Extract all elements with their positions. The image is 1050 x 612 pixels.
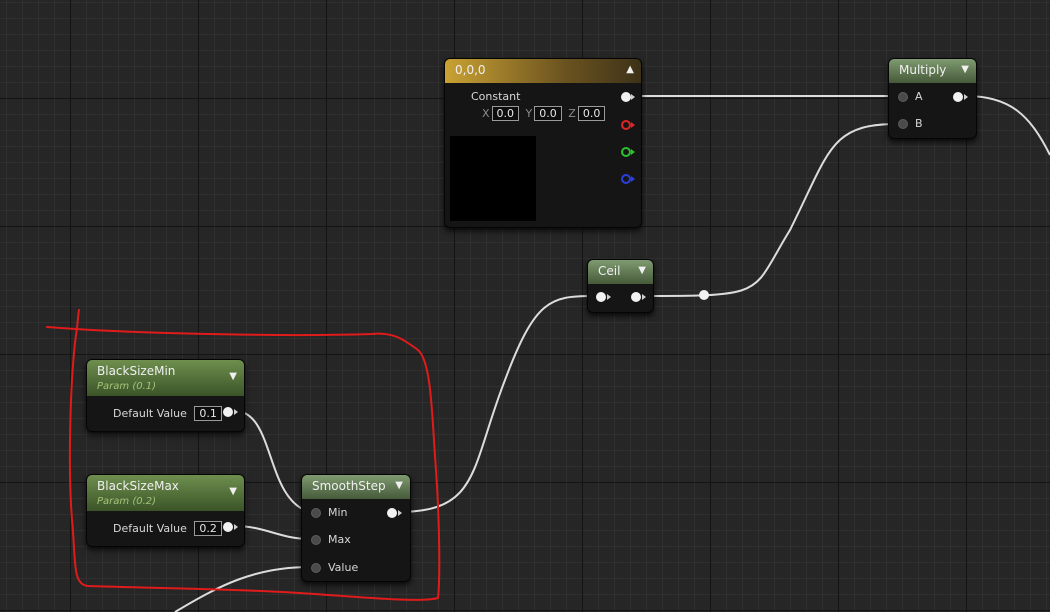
smoothstep-node-title: SmoothStep	[312, 479, 386, 493]
smoothstep-max-label: Max	[328, 533, 351, 546]
z-axis-label: Z	[568, 107, 576, 120]
collapse-chevron-up-icon[interactable]: ▲	[626, 59, 634, 81]
smoothstep-value-pin[interactable]	[311, 563, 321, 573]
black-size-max-subtitle: Param (0.2)	[97, 496, 157, 507]
constant-node[interactable]: 0,0,0 ▲ Constant X 0.0 Y 0.0 Z 0.0	[444, 58, 642, 228]
x-axis-label: X	[482, 107, 490, 120]
pin-arrow-icon	[631, 149, 635, 155]
multiply-input-b-label: B	[915, 117, 923, 130]
constant-xyz-fields: X 0.0 Y 0.0 Z 0.0	[479, 106, 606, 121]
pin-arrow-icon	[631, 176, 635, 182]
wire-min-param-to-smoothstep	[234, 410, 311, 513]
ceil-node[interactable]: Ceil ▼	[587, 259, 654, 313]
pin-arrow-icon	[398, 510, 402, 516]
constant-label: Constant	[471, 90, 521, 103]
wire-ceil-to-multiply-b	[640, 123, 898, 297]
multiply-node-title: Multiply	[899, 63, 947, 77]
multiply-input-a-pin[interactable]	[898, 92, 908, 102]
smoothstep-max-pin[interactable]	[311, 535, 321, 545]
wire-multiply-output	[965, 95, 1050, 156]
constant-node-header[interactable]: 0,0,0 ▲	[445, 59, 641, 83]
ceil-output-pin[interactable]	[631, 292, 641, 302]
y-axis-label: Y	[525, 107, 533, 120]
smoothstep-node[interactable]: SmoothStep ▼ Min Max Value	[301, 474, 411, 582]
z-value-field[interactable]: 0.0	[577, 106, 606, 121]
pin-arrow-icon	[631, 94, 635, 100]
color-preview-swatch	[450, 136, 536, 221]
multiply-output-pin[interactable]	[953, 92, 963, 102]
rgb-output-pin[interactable]	[621, 92, 631, 102]
black-size-min-output-pin[interactable]	[223, 407, 233, 417]
reroute-node[interactable]	[699, 290, 709, 300]
chevron-down-icon[interactable]: ▼	[961, 59, 969, 81]
black-size-min-header[interactable]: BlackSizeMin Param (0.1) ▼	[87, 360, 244, 396]
pin-arrow-icon	[964, 94, 968, 100]
default-value-row: Default Value 0.1	[113, 406, 222, 421]
constant-node-title: 0,0,0	[455, 63, 486, 77]
y-value-field[interactable]: 0.0	[534, 106, 562, 121]
default-value-label: Default Value	[113, 407, 187, 420]
black-size-min-param-node[interactable]: BlackSizeMin Param (0.1) ▼ Default Value…	[86, 359, 245, 432]
wire-smoothstep-to-ceil	[396, 295, 594, 513]
pin-arrow-icon	[607, 294, 611, 300]
black-size-min-title: BlackSizeMin	[97, 364, 176, 378]
smoothstep-node-header[interactable]: SmoothStep ▼	[302, 475, 410, 499]
smoothstep-min-label: Min	[328, 506, 348, 519]
chevron-down-icon[interactable]: ▼	[229, 369, 237, 385]
green-output-pin[interactable]	[621, 147, 631, 157]
black-size-max-param-node[interactable]: BlackSizeMax Param (0.2) ▼ Default Value…	[86, 474, 245, 547]
pin-arrow-icon	[642, 294, 646, 300]
chevron-down-icon[interactable]: ▼	[229, 484, 237, 500]
multiply-input-b-pin[interactable]	[898, 119, 908, 129]
default-value-row: Default Value 0.2	[113, 521, 222, 536]
smoothstep-min-pin[interactable]	[311, 508, 321, 518]
red-output-pin[interactable]	[621, 120, 631, 130]
pin-arrow-icon	[631, 122, 635, 128]
pin-arrow-icon	[234, 524, 238, 530]
pin-arrow-icon	[234, 409, 238, 415]
ceil-node-header[interactable]: Ceil ▼	[588, 260, 653, 284]
wire-max-param-to-smoothstep	[234, 525, 311, 540]
default-value-field[interactable]: 0.1	[194, 406, 222, 421]
multiply-node-header[interactable]: Multiply ▼	[889, 59, 976, 83]
black-size-max-header[interactable]: BlackSizeMax Param (0.2) ▼	[87, 475, 244, 511]
chevron-down-icon[interactable]: ▼	[638, 260, 646, 282]
x-value-field[interactable]: 0.0	[491, 106, 520, 121]
multiply-node[interactable]: Multiply ▼ A B	[888, 58, 977, 139]
black-size-min-subtitle: Param (0.1)	[97, 381, 157, 392]
wire-into-smoothstep-value	[174, 566, 311, 612]
smoothstep-output-pin[interactable]	[387, 508, 397, 518]
ceil-node-title: Ceil	[598, 264, 621, 278]
black-size-max-title: BlackSizeMax	[97, 479, 179, 493]
multiply-input-a-label: A	[915, 90, 923, 103]
chevron-down-icon[interactable]: ▼	[395, 475, 403, 497]
default-value-label: Default Value	[113, 522, 187, 535]
default-value-field[interactable]: 0.2	[194, 521, 222, 536]
smoothstep-value-label: Value	[328, 561, 359, 574]
black-size-max-output-pin[interactable]	[223, 522, 233, 532]
blue-output-pin[interactable]	[621, 174, 631, 184]
ceil-input-pin[interactable]	[596, 292, 606, 302]
